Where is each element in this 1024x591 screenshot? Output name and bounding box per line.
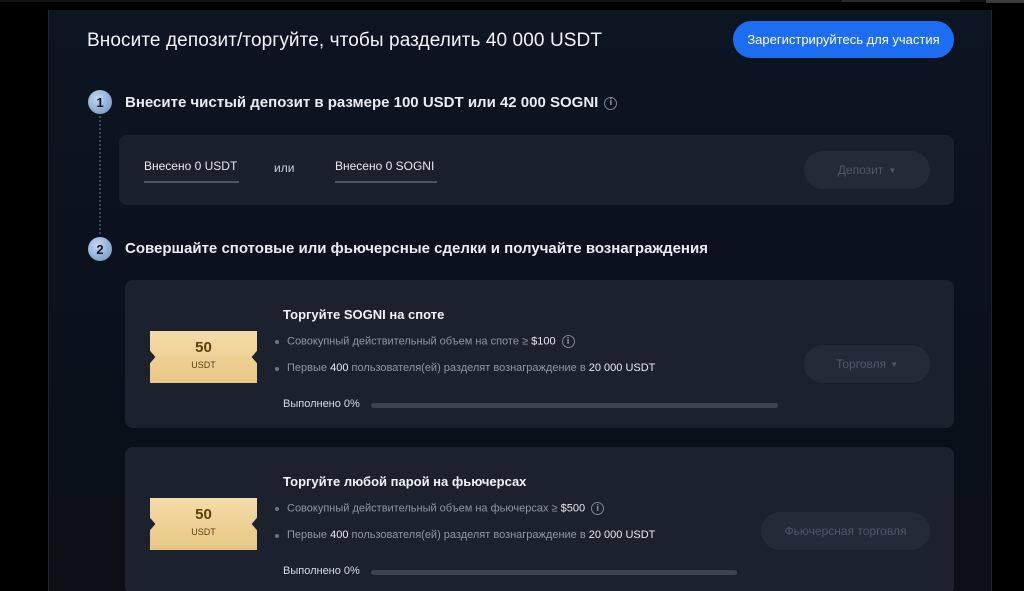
reward-pool: 20 000 USDT	[588, 362, 656, 374]
task-title: Торгуйте любой парой на фьючерсах	[283, 474, 527, 489]
reward-currency: USDT	[191, 527, 216, 537]
deposited-usdt-field: Внесено 0 USDT	[144, 159, 239, 183]
progress-bar	[371, 403, 778, 408]
top-nav-fragment	[986, 0, 1024, 3]
reward-amount: 50	[195, 339, 212, 356]
step-2-badge: 2	[88, 237, 112, 261]
condition-text: Совокупный действительный объем на споте…	[287, 335, 532, 348]
condition-threshold: $100	[531, 335, 556, 348]
task-card-spot: 50 USDT Торгуйте SOGNI на споте Совокупн…	[125, 280, 954, 428]
underline	[335, 181, 437, 183]
progress-bar	[371, 570, 737, 575]
deposited-sogni-value: Внесено 0 SOGNI	[335, 159, 435, 173]
trade-button-label: Торговля	[835, 357, 887, 371]
condition-text: Совокупный действительный объем на фьюче…	[287, 502, 561, 515]
trade-button-label: Фьючерсная торговля	[784, 524, 907, 538]
reward-amount: 50	[195, 506, 212, 523]
info-icon[interactable]: i	[561, 335, 575, 348]
caret-down-icon: ▼	[890, 359, 899, 369]
campaign-panel: Вносите депозит/торгуйте, чтобы разделит…	[48, 10, 992, 591]
deposited-sogni-field: Внесено 0 SOGNI	[335, 159, 437, 183]
condition-threshold: $500	[560, 502, 586, 515]
user-count: 400	[330, 529, 349, 541]
reward-ticket: 50 USDT	[150, 498, 257, 550]
top-nav-fragment	[842, 0, 960, 2]
deposit-status-row: Внесено 0 USDT или Внесено 0 SOGNI Депоз…	[119, 135, 954, 205]
underline	[144, 181, 239, 183]
reward-currency: USDT	[191, 360, 216, 370]
register-button[interactable]: Зарегистрируйтесь для участия	[733, 21, 954, 58]
or-label: или	[274, 161, 295, 175]
trade-futures-button[interactable]: Фьючерсная торговля	[761, 512, 930, 550]
user-count: 400	[330, 362, 349, 374]
info-icon[interactable]: i	[591, 502, 605, 515]
reward-ticket: 50 USDT	[150, 331, 257, 383]
step-1-title-text: Внесите чистый депозит в размере 100 USD…	[125, 94, 599, 111]
condition-text: пользователя(ей) разделят вознаграждение…	[348, 362, 589, 374]
condition-text: пользователя(ей) разделят вознаграждение…	[348, 529, 589, 541]
task-condition-volume: Совокупный действительный объем на фьюче…	[275, 502, 605, 515]
caret-down-icon: ▼	[888, 165, 897, 175]
deposited-usdt-value: Внесено 0 USDT	[144, 159, 238, 173]
task-condition-volume: Совокупный действительный объем на споте…	[275, 335, 575, 348]
progress-label: Выполнено 0%	[283, 565, 360, 577]
step-1-badge: 1	[88, 90, 112, 114]
task-title: Торгуйте SOGNI на споте	[283, 307, 445, 322]
step-1-title: Внесите чистый депозит в размере 100 USD…	[125, 94, 618, 111]
task-condition-pool: Первые 400 пользователя(ей) разделят воз…	[275, 362, 655, 374]
task-condition-pool: Первые 400 пользователя(ей) разделят воз…	[275, 529, 655, 541]
info-icon[interactable]: i	[604, 96, 618, 110]
progress-label: Выполнено 0%	[283, 398, 360, 410]
condition-text: Первые	[287, 529, 331, 541]
reward-pool: 20 000 USDT	[588, 529, 656, 541]
step-2-title: Совершайте спотовые или фьючерсные сделк…	[125, 240, 708, 257]
deposit-button-label: Депозит	[837, 163, 884, 177]
step-connector	[99, 116, 101, 234]
condition-text: Первые	[287, 362, 331, 374]
trade-spot-button[interactable]: Торговля ▼	[804, 345, 930, 383]
campaign-title: Вносите депозит/торгуйте, чтобы разделит…	[87, 30, 603, 51]
deposit-button[interactable]: Депозит ▼	[804, 151, 930, 189]
task-card-futures: 50 USDT Торгуйте любой парой на фьючерса…	[125, 447, 954, 591]
